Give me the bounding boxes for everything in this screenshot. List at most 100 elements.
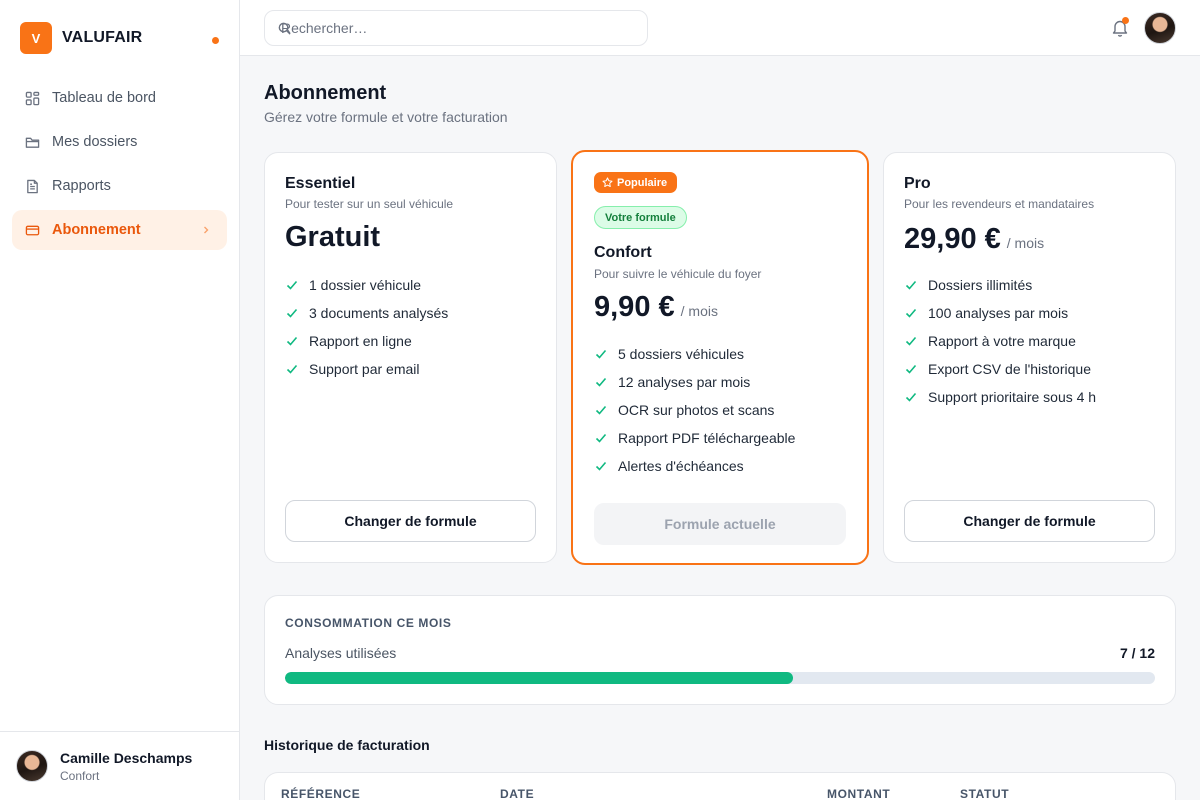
feature-item: 3 documents analysés xyxy=(285,299,448,327)
credit-card-icon xyxy=(24,222,40,238)
file-text-icon xyxy=(24,178,40,194)
feature-label: 1 dossier véhicule xyxy=(309,277,422,293)
plan-card-confort: Populaire Votre formule Confort Pour sui… xyxy=(571,150,869,565)
sidebar-item-label: Mes dossiers xyxy=(52,134,138,150)
feature-label: OCR sur photos et scans xyxy=(618,402,775,418)
table-header-reference[interactable]: RÉFÉRENCE xyxy=(281,787,360,800)
status-dot xyxy=(212,37,219,44)
check-icon xyxy=(595,433,607,443)
sidebar: V VALUFAIR Tableau de bord Mes dossiers … xyxy=(0,0,240,800)
price-amount: Gratuit xyxy=(285,221,381,253)
usage-metric-label: Analyses utilisées xyxy=(285,645,397,661)
user-profile[interactable]: Camille Deschamps Confort xyxy=(0,731,239,800)
avatar[interactable] xyxy=(1144,12,1176,44)
usage-progress-bar xyxy=(285,672,1155,684)
sidebar-item-dashboard[interactable]: Tableau de bord xyxy=(12,78,227,118)
current-plan-button[interactable]: Formule actuelle xyxy=(594,503,846,545)
feature-label: Rapport en ligne xyxy=(309,333,412,349)
usage-card: CONSOMMATION CE MOIS Analyses utilisées … xyxy=(264,595,1176,705)
feature-label: 5 dossiers véhicules xyxy=(618,346,745,362)
price-period: / mois xyxy=(680,303,718,319)
sidebar-item-folders[interactable]: Mes dossiers xyxy=(12,122,227,162)
page-title: Abonnement xyxy=(264,82,387,104)
plan-card-essentiel: Essentiel Pour tester sur un seul véhicu… xyxy=(264,152,557,563)
plan-name: Essentiel xyxy=(285,175,356,192)
plan-price: 29,90 € / mois xyxy=(904,223,1044,256)
plan-price: 9,90 € / mois xyxy=(594,291,718,324)
sidebar-nav: Tableau de bord Mes dossiers Rapports Ab… xyxy=(12,78,227,254)
change-plan-button[interactable]: Changer de formule xyxy=(904,500,1155,542)
chevron-right-icon xyxy=(204,226,209,234)
change-plan-button[interactable]: Changer de formule xyxy=(285,500,536,542)
table-header-status[interactable]: STATUT xyxy=(960,787,1009,800)
usage-heading: CONSOMMATION CE MOIS xyxy=(285,616,452,630)
plan-description: Pour tester sur un seul véhicule xyxy=(285,197,454,211)
feature-label: 12 analyses par mois xyxy=(618,374,751,390)
sidebar-item-label: Rapports xyxy=(52,178,111,194)
feature-list: Dossiers illimités 100 analyses par mois… xyxy=(904,271,1096,411)
check-icon xyxy=(286,308,298,318)
dashboard-icon xyxy=(24,90,40,106)
brand-logo: V xyxy=(20,22,52,54)
current-plan-badge: Votre formule xyxy=(594,206,687,229)
folder-icon xyxy=(24,134,40,150)
feature-item: Rapport PDF téléchargeable xyxy=(594,424,795,452)
check-icon xyxy=(905,336,917,346)
notification-dot xyxy=(1122,17,1129,24)
search-input[interactable] xyxy=(281,18,631,38)
feature-label: Dossiers illimités xyxy=(928,277,1033,293)
popular-badge: Populaire xyxy=(594,172,678,193)
brand-name: VALUFAIR xyxy=(62,29,143,46)
feature-label: Alertes d'échéances xyxy=(618,458,744,474)
table-header-amount[interactable]: MONTANT xyxy=(827,787,890,800)
feature-label: Support par email xyxy=(309,361,420,377)
sidebar-item-reports[interactable]: Rapports xyxy=(12,166,227,206)
popular-badge-label: Populaire xyxy=(617,176,668,189)
usage-progress-fill xyxy=(285,672,793,684)
star-icon xyxy=(602,177,613,188)
plan-description: Pour suivre le véhicule du foyer xyxy=(594,267,762,281)
topbar xyxy=(240,0,1200,56)
check-icon xyxy=(905,308,917,318)
feature-item: 5 dossiers véhicules xyxy=(594,340,795,368)
check-icon xyxy=(905,280,917,290)
check-icon xyxy=(595,349,607,359)
page-subtitle: Gérez votre formule et votre facturation xyxy=(264,109,508,125)
feature-item: 12 analyses par mois xyxy=(594,368,795,396)
plan-description: Pour les revendeurs et mandataires xyxy=(904,197,1095,211)
billing-table: RÉFÉRENCE DATE MONTANT STATUT xyxy=(264,772,1176,800)
feature-label: Rapport PDF téléchargeable xyxy=(618,430,796,446)
brand[interactable]: V VALUFAIR xyxy=(20,22,220,54)
feature-label: 100 analyses par mois xyxy=(928,305,1069,321)
user-name: Camille Deschamps xyxy=(60,749,193,766)
plan-name: Confort xyxy=(594,244,652,261)
feature-item: 100 analyses par mois xyxy=(904,299,1096,327)
avatar xyxy=(16,750,48,782)
plan-card-pro: Pro Pour les revendeurs et mandataires 2… xyxy=(883,152,1176,563)
sidebar-item-label: Tableau de bord xyxy=(52,90,156,106)
feature-item: Support par email xyxy=(285,355,448,383)
user-plan: Confort xyxy=(60,768,100,783)
price-period: / mois xyxy=(1006,235,1045,251)
check-icon xyxy=(286,336,298,346)
check-icon xyxy=(595,377,607,387)
check-icon xyxy=(905,364,917,374)
feature-label: Rapport à votre marque xyxy=(928,333,1076,349)
billing-history-title: Historique de facturation xyxy=(264,737,430,753)
feature-label: Support prioritaire sous 4 h xyxy=(928,389,1097,405)
feature-list: 1 dossier véhicule 3 documents analysés … xyxy=(285,271,448,383)
main-content: Abonnement Gérez votre formule et votre … xyxy=(240,56,1200,800)
feature-list: 5 dossiers véhicules 12 analyses par moi… xyxy=(594,340,795,480)
plan-price: Gratuit xyxy=(285,221,380,254)
sidebar-item-label: Abonnement xyxy=(52,222,141,238)
search-box[interactable] xyxy=(264,10,648,46)
sidebar-item-subscription[interactable]: Abonnement xyxy=(12,210,227,250)
feature-item: Rapport à votre marque xyxy=(904,327,1096,355)
feature-label: Export CSV de l'historique xyxy=(928,361,1091,377)
check-icon xyxy=(286,364,298,374)
check-icon xyxy=(905,392,917,402)
feature-item: Support prioritaire sous 4 h xyxy=(904,383,1096,411)
check-icon xyxy=(286,280,298,290)
check-icon xyxy=(595,461,607,471)
table-header-date[interactable]: DATE xyxy=(500,787,534,800)
